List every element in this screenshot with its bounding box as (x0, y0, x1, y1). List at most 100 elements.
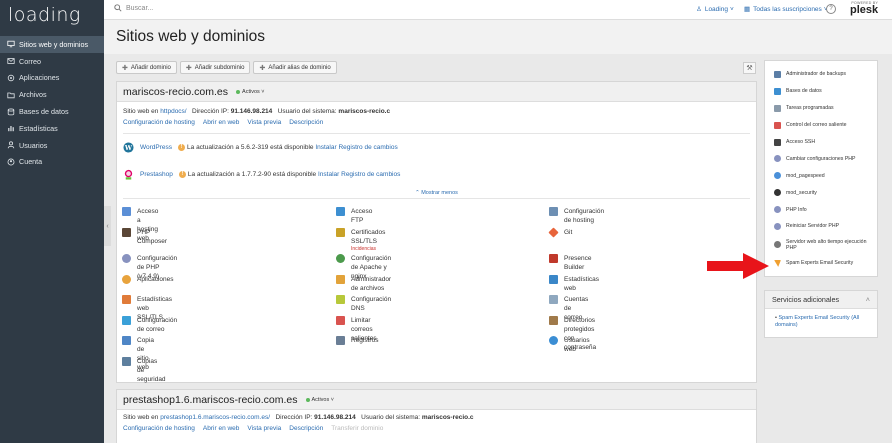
description-link[interactable]: Descripción (289, 423, 323, 435)
hosting-settings-link[interactable]: Configuración de hosting (123, 117, 195, 129)
page-header: Sitios web y dominios (104, 20, 892, 54)
php-timeout-link[interactable]: Servidor web alto tiempo ejecución PHP (765, 235, 877, 255)
limit-mail-icon (336, 316, 345, 325)
tool-web-stats[interactable]: Estadísticas web (549, 275, 599, 293)
databases-link[interactable]: Bases de datos (765, 83, 877, 100)
user-menu[interactable]: ♙ Loading ˅ (696, 5, 734, 14)
restart-php-link[interactable]: Reiniciar Servidor PHP (765, 218, 877, 235)
add-alias-button[interactable]: ✚ Añadir alias de dominio (253, 61, 337, 74)
sidebar-item-websites[interactable]: Sitios web y dominios (0, 36, 104, 53)
tool-web-users[interactable]: Usuarios web (549, 336, 590, 354)
site-info: Sitio web en prestashop1.6.mariscos-reci… (117, 412, 756, 423)
site-info: Sitio web en httpdocs/ Dirección IP: 91.… (117, 106, 756, 117)
php-settings-link[interactable]: Cambiar configuraciones PHP (765, 150, 877, 167)
open-in-web-link[interactable]: Abrir en web (203, 117, 240, 129)
collapse-sidebar-handle[interactable]: ‹ (104, 206, 111, 246)
tool-file-manager[interactable]: Administrador de archivos (336, 275, 391, 293)
tool-git[interactable]: Git (548, 227, 573, 238)
install-changelog-link[interactable]: Instalar Registro de cambios (315, 144, 397, 151)
wordpress-icon: W (123, 142, 134, 153)
status-badge[interactable]: Activos ˅ (305, 397, 334, 403)
domain-name[interactable]: prestashop1.6.mariscos-recio.com.es (123, 394, 298, 406)
logo[interactable]: loading (8, 4, 81, 26)
site-links: Configuración de hosting Abrir en web Vi… (117, 423, 756, 435)
search-input[interactable]: Buscar... (114, 4, 153, 12)
panel-item-label: mod_pagespeed (786, 172, 825, 179)
tool-label: Certificados SSL/TLS (351, 229, 386, 245)
sidebar-item-account[interactable]: Cuenta (0, 154, 104, 171)
panel-item-label: PHP Info (786, 206, 807, 213)
app-row-prestashop: Prestashop ! La actualización a 1.7.7.2-… (117, 161, 756, 188)
tool-label: Git (564, 229, 573, 236)
preview-link[interactable]: Vista previa (247, 117, 281, 129)
sidebar-item-files[interactable]: Archivos (0, 86, 104, 103)
description-link[interactable]: Descripción (289, 117, 323, 129)
tool-backups[interactable]: Copias de seguridad (122, 357, 166, 384)
user-name: Loading (704, 5, 728, 13)
preview-link[interactable]: Vista previa (247, 423, 281, 435)
tool-label: Configuración DNS (351, 296, 392, 312)
sidebar-item-users[interactable]: Usuarios (0, 137, 104, 154)
site-card-header: prestashop1.6.mariscos-recio.com.es Acti… (117, 390, 756, 410)
hosting-settings-link[interactable]: Configuración de hosting (123, 423, 195, 435)
sysuser-label: Usuario del sistema: (361, 414, 421, 421)
app-row-wordpress: W WordPress ! La actualización a 5.6.2-3… (117, 134, 756, 161)
panel-item-label: Tareas programadas (786, 105, 834, 112)
install-changelog-link[interactable]: Instalar Registro de cambios (318, 171, 400, 178)
sidebar-item-mail[interactable]: Correo (0, 53, 104, 70)
spam-filter-icon (774, 259, 781, 267)
builder-icon (549, 254, 558, 263)
sidebar-item-statistics[interactable]: Estadísticas (0, 120, 104, 137)
sidebar-item-label: Estadísticas (19, 123, 58, 133)
tool-applications[interactable]: Aplicaciones (122, 275, 174, 284)
app-name[interactable]: WordPress (140, 144, 172, 151)
php-icon (774, 206, 781, 214)
sidebar-item-apps[interactable]: Aplicaciones (0, 70, 104, 87)
tool-label: Administrador de archivos (351, 276, 392, 292)
subscriptions-menu[interactable]: ▦ Todas las suscripciones ˅ (744, 5, 828, 14)
app-name[interactable]: Prestashop (140, 171, 173, 178)
outgoing-mail-control-link[interactable]: Control del correo saliente (765, 117, 877, 134)
backup-manager-link[interactable]: Administrador de backups (765, 66, 877, 83)
tool-dns-settings[interactable]: Configuración DNS (336, 295, 391, 313)
ip-value: 91.146.98.214 (230, 108, 273, 115)
update-text: La actualización a 5.6.2-319 está dispon… (187, 144, 314, 151)
tool-label: Copias de seguridad (137, 358, 166, 383)
show-less-toggle[interactable]: ⌃ Mostrar menos (117, 188, 756, 198)
tool-presence-builder[interactable]: Presence Builder (549, 254, 591, 272)
additional-services-header[interactable]: Servicios adicionales ˄ (765, 291, 877, 309)
tool-logs[interactable]: Registros (336, 336, 378, 345)
tool-php-composer[interactable]: PHP Composer (122, 228, 167, 246)
sidebar-item-databases[interactable]: Bases de datos (0, 103, 104, 120)
mod-security-link[interactable]: mod_security (765, 184, 877, 201)
tool-ssl-certificates[interactable]: Certificados SSL/TLS Incidencias (336, 228, 385, 252)
backup-icon (122, 357, 131, 366)
domain-name[interactable]: mariscos-recio.com.es (123, 86, 228, 98)
status-badge[interactable]: Activos ˅ (236, 89, 265, 95)
transfer-domain-link: Transferir dominio (331, 425, 384, 432)
sidebar-item-label: Aplicaciones (19, 73, 60, 83)
spam-experts-all-domains-link[interactable]: Spam Experts Email Security (All domains… (775, 315, 859, 328)
red-arrow-icon (707, 253, 769, 279)
ssh-access-link[interactable]: Acceso SSH (765, 134, 877, 151)
web-path-link[interactable]: httpdocs/ (160, 108, 186, 115)
spam-experts-link[interactable]: Spam Experts Email Security (765, 255, 877, 272)
web-path-link[interactable]: prestashop1.6.mariscos-recio.com.es/ (160, 414, 270, 421)
help-icon[interactable]: ? (826, 4, 836, 14)
account-icon (6, 157, 15, 166)
add-domain-button[interactable]: ✚ Añadir dominio (116, 61, 177, 74)
open-in-web-link[interactable]: Abrir en web (203, 423, 240, 435)
tool-mail-settings[interactable]: Configuración de correo (122, 316, 177, 334)
add-subdomain-button[interactable]: ✚ Añadir subdominio (179, 61, 251, 74)
hosting-settings-icon (549, 207, 558, 216)
tool-hosting-settings[interactable]: Configuración de hosting (549, 207, 604, 225)
wrench-icon[interactable]: ⚒ (743, 62, 756, 74)
scheduled-tasks-link[interactable]: Tareas programadas (765, 100, 877, 117)
tool-label: Presence Builder (564, 255, 592, 271)
tool-ftp-access[interactable]: Acceso FTP (336, 207, 372, 225)
php-info-link[interactable]: PHP Info (765, 201, 877, 218)
add-subdomain-label: Añadir subdominio (194, 64, 245, 71)
web-label: Sitio web en (123, 414, 159, 421)
panel-item-label: Bases de datos (786, 88, 822, 95)
mod-pagespeed-link[interactable]: mod_pagespeed (765, 167, 877, 184)
